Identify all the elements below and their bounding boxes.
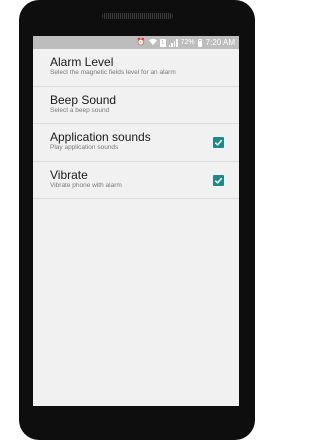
battery-percent: 72% — [180, 39, 195, 46]
setting-summary: Play application sounds — [50, 144, 119, 151]
setting-summary: Select a beep sound — [50, 107, 110, 114]
setting-title: Application sounds — [50, 130, 151, 144]
setting-vibrate[interactable]: Vibrate Vibrate phone with alarm — [33, 162, 239, 199]
signal-icon — [168, 38, 178, 47]
phone-frame: ⏰ 1 72% 7:20 AM Alarm Level Select the m… — [19, 0, 255, 440]
setting-title: Vibrate — [50, 168, 88, 182]
checkmark-icon — [214, 177, 223, 184]
status-bar: ⏰ 1 72% 7:20 AM — [33, 36, 239, 49]
setting-summary: Vibrate phone with alarm — [50, 182, 122, 189]
battery-icon — [197, 38, 202, 47]
checkmark-icon — [214, 139, 223, 146]
sim-icon: 1 — [159, 38, 166, 47]
application-sounds-checkbox[interactable] — [213, 137, 224, 148]
setting-title: Beep Sound — [50, 93, 117, 107]
setting-title: Alarm Level — [50, 55, 114, 69]
clock-time: 7:20 AM — [205, 38, 235, 47]
setting-summary: Select the magnetic fields level for an … — [50, 69, 176, 76]
speaker-grille — [102, 13, 173, 19]
setting-application-sounds[interactable]: Application sounds Play application soun… — [33, 124, 239, 162]
screen: ⏰ 1 72% 7:20 AM Alarm Level Select the m… — [33, 36, 239, 406]
setting-beep-sound[interactable]: Beep Sound Select a beep sound — [33, 87, 239, 124]
vibrate-checkbox[interactable] — [213, 175, 224, 186]
wifi-icon — [148, 38, 157, 47]
setting-alarm-level[interactable]: Alarm Level Select the magnetic fields l… — [33, 49, 239, 87]
alarm-clock-icon: ⏰ — [136, 39, 146, 46]
